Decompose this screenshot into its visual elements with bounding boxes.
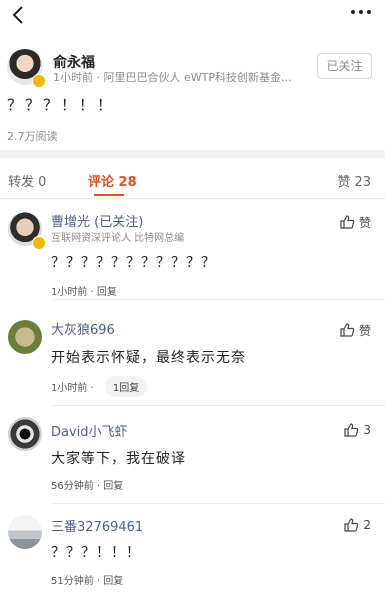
comment-time: 1小时前 bbox=[51, 383, 88, 394]
comment-text: ？？？？？？？？？？？ bbox=[51, 255, 216, 271]
commenter-avatar[interactable] bbox=[8, 417, 42, 451]
meta-dot: · bbox=[90, 383, 97, 394]
comment-time: 1小时前 bbox=[51, 287, 88, 298]
like-button[interactable]: 赞 bbox=[339, 213, 371, 231]
like-button[interactable]: 2 bbox=[343, 516, 371, 534]
commenter-avatar[interactable] bbox=[8, 515, 42, 549]
chevron-left-icon[interactable] bbox=[8, 4, 30, 26]
commenter-name[interactable]: 三番32769461 bbox=[51, 516, 143, 535]
comment-meta: 1小时前 · 1回复 bbox=[51, 376, 148, 397]
reply-count-button[interactable]: 1回复 bbox=[104, 376, 148, 397]
thumbs-up-icon bbox=[340, 215, 355, 229]
comment-time: 56分钟前 bbox=[51, 481, 94, 492]
follow-button[interactable]: 已关注 bbox=[317, 53, 372, 79]
like-label: 赞 bbox=[358, 323, 371, 338]
author-meta: 1小时前 · 阿里巴巴合伙人 eWTP科技创新基金... bbox=[53, 71, 292, 84]
tab-like[interactable]: 赞 23 bbox=[337, 171, 371, 190]
comment-meta: 1小时前 · 回复 bbox=[51, 283, 117, 298]
like-count: 3 bbox=[363, 423, 371, 437]
tab-comment[interactable]: 评论 28 bbox=[88, 171, 137, 190]
comment-divider bbox=[51, 405, 385, 406]
comment-item: 三番32769461 ？？？！！！ 51分钟前 · 回复 2 bbox=[0, 508, 385, 600]
comment-text: 开始表示怀疑，最终表示无奈 bbox=[51, 350, 246, 366]
comment-text: 大家等下，我在破译 bbox=[51, 451, 186, 467]
verified-badge-icon bbox=[32, 74, 46, 88]
commenter-title: 互联网资深评论人 比特网总编 bbox=[51, 233, 185, 244]
reply-link[interactable]: 回复 bbox=[103, 481, 123, 492]
comment-meta: 51分钟前 · 回复 bbox=[51, 572, 123, 587]
thumbs-up-icon bbox=[340, 323, 355, 337]
comment-text: ？？？！！！ bbox=[51, 545, 141, 561]
commenter-name[interactable]: 大灰狼696 bbox=[51, 319, 115, 338]
verified-badge-icon bbox=[32, 236, 46, 250]
comment-meta: 56分钟前 · 回复 bbox=[51, 477, 123, 492]
thumbs-up-icon bbox=[344, 518, 359, 532]
active-tab-indicator bbox=[94, 194, 124, 196]
comment-item: David小飞虾 大家等下，我在破译 56分钟前 · 回复 3 bbox=[0, 411, 385, 506]
more-dots-icon[interactable] bbox=[349, 4, 373, 20]
post-text: ？？？！！！ bbox=[7, 96, 116, 114]
commenter-name[interactable]: David小飞虾 bbox=[51, 421, 128, 440]
commenter-avatar[interactable] bbox=[8, 320, 42, 354]
read-count: 2.7万阅读 bbox=[7, 130, 58, 143]
comment-divider bbox=[51, 299, 385, 300]
comment-item: 曹增光 (已关注) 互联网资深评论人 比特网总编 ？？？？？？？？？？？ 1小时… bbox=[0, 205, 385, 300]
like-label: 赞 bbox=[358, 215, 371, 230]
like-count: 2 bbox=[363, 518, 371, 532]
post-header: 俞永福 1小时前 · 阿里巴巴合伙人 eWTP科技创新基金... 已关注 bbox=[0, 44, 385, 90]
top-bar bbox=[0, 0, 385, 34]
reply-link[interactable]: 回复 bbox=[97, 287, 117, 298]
reply-link[interactable]: 回复 bbox=[103, 576, 123, 587]
commenter-name[interactable]: 曹增光 (已关注) bbox=[51, 211, 143, 230]
comment-item: 大灰狼696 开始表示怀疑，最终表示无奈 1小时前 · 1回复 赞 bbox=[0, 313, 385, 408]
like-button[interactable]: 3 bbox=[343, 421, 371, 439]
section-divider bbox=[0, 150, 385, 158]
tab-repost[interactable]: 转发 0 bbox=[8, 171, 46, 190]
thumbs-up-icon bbox=[344, 423, 359, 437]
like-button[interactable]: 赞 bbox=[339, 321, 371, 339]
tab-bar: 转发 0 评论 28 赞 23 bbox=[0, 158, 385, 199]
comment-time: 51分钟前 bbox=[51, 576, 94, 587]
comment-divider bbox=[51, 503, 385, 504]
